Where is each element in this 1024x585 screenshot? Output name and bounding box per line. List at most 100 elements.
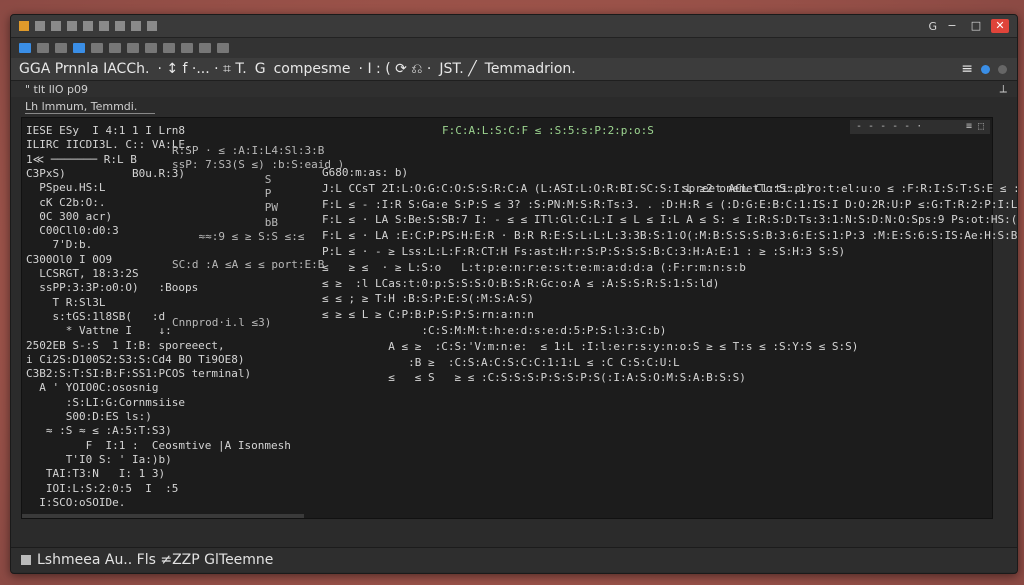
left-output-line-4: C3PxS) B0u.R:3)	[26, 166, 185, 180]
toolbar-icon-11[interactable]	[199, 43, 211, 53]
toolbar-icon-12[interactable]	[217, 43, 229, 53]
right-output-line-7: ≤ ≥ ≤ · ≥ L:S:o L:t:p:e:n:r:e:s:t:e:m:a:…	[322, 260, 746, 274]
left-output-line-2: ILIRC IICDI3L. C:: VA:LE.	[26, 138, 192, 152]
path-segment-3[interactable]: compesme	[274, 61, 351, 77]
path-segment-5[interactable]: JST. ╱	[439, 61, 476, 77]
menu-icon[interactable]: ≡	[961, 61, 973, 77]
grid-icon[interactable]	[51, 21, 61, 31]
terminal-area[interactable]: - - - - - · ≡ ⬚ IESE ESy I 4:1 1 I Lrn8 I…	[21, 117, 1017, 519]
window-info-icon: G	[928, 19, 937, 33]
title-bar: G − □ ✕	[11, 15, 1017, 38]
left-output-line-9: 7'D:b.	[26, 238, 106, 252]
left-output-line-26: IOI:L:S:2:0:5 I :5	[26, 481, 179, 495]
right-output-line-10: ≤ ≥ ≤ L ≥ C:P:B:P:S:P:S:rn:a:n:n	[322, 308, 534, 322]
pin-icon[interactable]: ⟂	[1000, 82, 1007, 96]
left-output-line-17: i Ci2S:D100S2:S3:S:Cd4 BO Ti9OE8)	[26, 352, 245, 366]
center-header-line: F:C:A:L:S:C:F ≤ :S:5:s:P:2:p:o:S	[442, 124, 654, 137]
mid-output-line-7: ≈≈:9 ≤ ≥ S:S ≤:≤	[172, 229, 305, 243]
sub-header: " tlt llO p09 ⟂	[11, 81, 1017, 97]
left-output-line-20: :S:LI:G:Cornmsiise	[26, 395, 185, 409]
toolbar-icon-1[interactable]	[19, 43, 31, 53]
left-output-line-8: C00Cll0:d0:3	[26, 224, 119, 238]
path-segment-2[interactable]: G	[255, 61, 266, 77]
toolbar-icon-4[interactable]	[73, 43, 85, 53]
terminal-tab-line: Lh lmmum, Temmdi.	[11, 99, 1017, 115]
path-terminal-label[interactable]: Temmadrion.	[485, 61, 576, 77]
left-output-line-15: * Vattne I ↓:	[26, 324, 172, 338]
right-output-line-5: F:L ≤ · LA :E:C:P:PS:H:E:R · B:R R:E:S:L…	[322, 229, 1018, 243]
status-bar: Lshmeea Au.. Fls ≠ZZP GlTeemne	[11, 547, 1017, 572]
mid-output-line-4: P	[172, 186, 272, 200]
left-output-line-23: F I:1 : Ceosmtive |A Isonmesh	[26, 438, 291, 452]
sub-header-label: " tlt llO p09	[25, 82, 88, 96]
left-output-line-6: cK C2b:O:.	[26, 195, 113, 209]
terminal-window: G − □ ✕ GGA Prnnla IACCh. · ↕ f ·... · ⌗…	[10, 14, 1018, 574]
left-output-line-3: 1≪ ─────── R:L B	[26, 152, 137, 166]
toolbar-icon-2[interactable]	[37, 43, 49, 53]
right-pane-header: - - - - - · ≡ ⬚	[850, 120, 990, 134]
left-output-line-21: S00:D:ES ls:)	[26, 410, 152, 423]
left-output-line-13: T R:Sl3L	[26, 295, 106, 309]
left-output-line-11: LCSRGT, 18:3:2S	[26, 267, 139, 280]
far-right-line: spreet ACL Cl:ti:p:ro:t:el:u:o ≤ :F:R:I:…	[682, 182, 1017, 195]
path-app-label[interactable]: GGA Prnnla IACCh.	[19, 61, 149, 77]
path-bar: GGA Prnnla IACCh. · ↕ f ·... · ⌗ T. G co…	[11, 58, 1017, 81]
split-icon[interactable]	[131, 21, 141, 31]
path-segment-1[interactable]: · ↕ f ·... · ⌗ T.	[157, 61, 246, 77]
refresh-icon[interactable]	[35, 21, 45, 31]
left-output-line-10: C300Ol0 I 0O9	[26, 252, 113, 266]
left-output-line-1: IESE ESy I 4:1 1 I Lrn8	[26, 124, 185, 137]
toolbar-icon-8[interactable]	[145, 43, 157, 53]
toolbar	[11, 38, 1017, 59]
right-output-line-9: ≤ ≤ ; ≥ T:H :B:S:P:E:S(:M:S:A:S)	[322, 292, 534, 306]
right-output-line-13: :B ≥ :C:S:A:C:S:C:C:1:1:L ≤ :C C:S:C:U:L	[322, 355, 680, 369]
right-output-line-4: F:L ≤ · LA S:Be:S:SB:7 I: - ≤ ≤ ITl:Gl:C…	[322, 213, 1018, 227]
mid-output-line-1: R:SP · ≤ :A:I:L4:Sl:3:B	[172, 144, 325, 157]
left-output-line-16: 2502EB S-:S 1 I:B: sporeeect,	[26, 338, 225, 352]
toolbar-icon-10[interactable]	[181, 43, 193, 53]
right-pane-header-icon[interactable]: ≡ ⬚	[966, 121, 984, 132]
left-output-line-12: ssPP:3:3P:o0:O) :Boops	[26, 281, 199, 295]
window-icon[interactable]	[67, 21, 77, 31]
toolbar-icon-9[interactable]	[163, 43, 175, 53]
path-bar-controls: ≡	[961, 61, 1017, 77]
record-icon[interactable]	[83, 21, 93, 31]
mid-output-line-2: ssP: 7:S3(S ≤) :b:S:eaid )	[172, 158, 345, 172]
left-output-line-19: A ' YOIO0C:ososnig	[26, 381, 159, 395]
minimize-button[interactable]: −	[943, 19, 961, 33]
panel-icon[interactable]	[115, 21, 125, 31]
close-button[interactable]: ✕	[991, 19, 1009, 33]
toolbar-icon-6[interactable]	[109, 43, 121, 53]
status-icon	[21, 555, 31, 565]
mid-output-line-6: bB	[172, 215, 278, 229]
left-output-line-25: TAI:T3:N I: 1 3)	[26, 467, 166, 481]
mid-output-line-13: Cnnprod·i.l ≤3)	[172, 315, 272, 329]
maximize-button[interactable]: □	[967, 19, 985, 33]
layout-icon[interactable]	[147, 21, 157, 31]
left-output-line-18: C3B2:S:T:SI:B:F:SS1:PCOS terminal)	[26, 367, 252, 381]
left-output-line-14: s:tGS:1l8SB( :d	[26, 309, 166, 323]
app-icon[interactable]	[19, 21, 29, 31]
mid-output-line-3: S	[172, 172, 272, 186]
left-output-line-24: T'I0 S: ' Ia:)b)	[26, 452, 172, 466]
title-bar-left	[11, 21, 157, 31]
toolbar-icon-7[interactable]	[127, 43, 139, 53]
right-output-line-8: ≤ ≥ :l LCas:t:0:p:S:S:S:O:B:S:R:Gc:o:A ≤…	[322, 276, 720, 290]
left-pane-scrollbar[interactable]	[22, 514, 304, 518]
toolbar-icon-5[interactable]	[91, 43, 103, 53]
title-bar-right: G − □ ✕	[928, 19, 1017, 33]
status-dot-icon[interactable]	[981, 64, 990, 74]
right-output-line-14: ≤ ≤ S ≥ ≤ :C:S:S:S:P:S:S:P:S(:I:A:S:O:M:…	[322, 371, 746, 385]
right-output-line-12: A ≤ ≥ :C:S:'V:m:n:e: ≤ 1:L :I:l:e:r:s:y:…	[322, 339, 859, 353]
right-output-line-3: F:L ≤ - :I:R S:Ga:e S:P:S ≤ 3? :S:PN:M:S…	[322, 197, 1018, 211]
settings-dot-icon[interactable]	[998, 64, 1007, 74]
stop-icon[interactable]	[99, 21, 109, 31]
right-output-line-11: :C:S:M:M:t:h:e:d:s:e:d:5:P:S:l:3:C:b)	[322, 324, 667, 337]
mid-output-line-5: PW	[172, 201, 278, 215]
toolbar-icon-3[interactable]	[55, 43, 67, 53]
terminal-tab-label[interactable]: Lh lmmum, Temmdi.	[25, 100, 137, 113]
right-pane-header-text: - - - - - ·	[856, 121, 923, 132]
left-output-line-5: PSpeu.HS:L	[26, 181, 113, 195]
right-output-line-1: G680:m:as: b)	[322, 166, 409, 179]
path-segment-4[interactable]: · I : ( ⟳ ⎌ ·	[359, 61, 432, 77]
